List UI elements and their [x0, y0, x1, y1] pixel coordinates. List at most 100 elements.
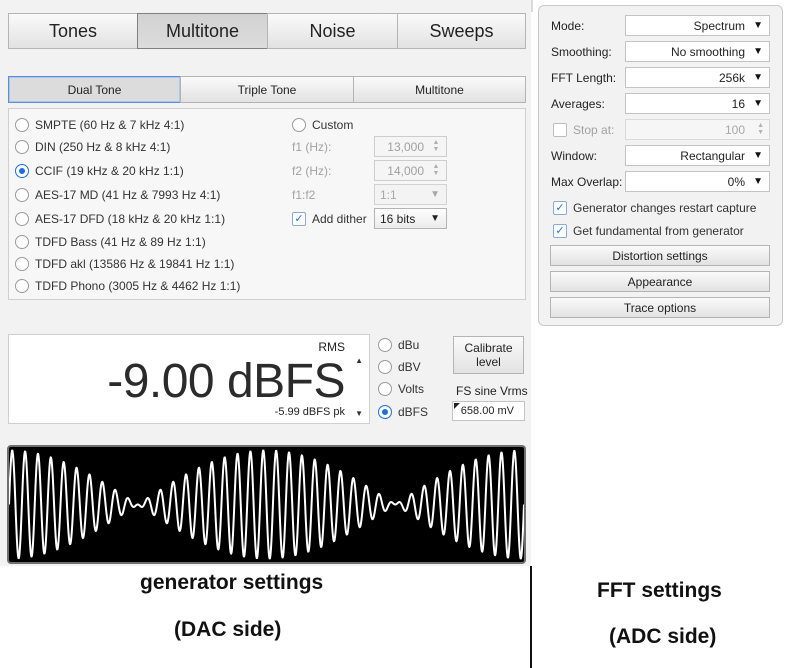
preset-ccif[interactable]: CCIF (19 kHz & 20 kHz 1:1)	[15, 162, 184, 180]
smoothing-select[interactable]: No smoothing ▼	[625, 41, 770, 62]
checkbox-icon	[553, 123, 567, 137]
fft-length-label: FFT Length:	[551, 71, 617, 85]
trace-options-button[interactable]: Trace options	[550, 297, 770, 318]
preset-custom[interactable]: Custom	[292, 116, 353, 134]
level-up-arrow-icon[interactable]: ▲	[355, 356, 363, 365]
restart-capture-label: Generator changes restart capture	[573, 201, 757, 215]
unit-volts[interactable]: Volts	[378, 380, 424, 398]
f1-field: 13,000 ▲ ▼	[374, 136, 447, 157]
field-corner-icon	[454, 403, 460, 409]
unit-dbv[interactable]: dBV	[378, 358, 421, 376]
preset-tdfd-phono[interactable]: TDFD Phono (3005 Hz & 4462 Hz 1:1)	[15, 277, 240, 295]
ratio-label: f1:f2	[292, 188, 316, 202]
appearance-button[interactable]: Appearance	[550, 271, 770, 292]
subtab-multitone[interactable]: Multitone	[353, 76, 526, 103]
chevron-down-icon: ▼	[753, 98, 763, 109]
fft-length-value: 256k	[718, 70, 745, 85]
preset-label: AES-17 DFD (18 kHz & 20 kHz 1:1)	[35, 212, 226, 226]
unit-dbu[interactable]: dBu	[378, 336, 419, 354]
preset-din[interactable]: DIN (250 Hz & 8 kHz 4:1)	[15, 138, 170, 156]
checkbox-checked-icon: ✓	[553, 224, 567, 238]
averages-label: Averages:	[551, 97, 605, 111]
spinner-icon: ▲ ▼	[432, 139, 440, 153]
ratio-select: 1:1 ▼	[374, 184, 447, 205]
mode-label: Mode:	[551, 19, 585, 33]
dither-checkbox[interactable]: ✓ Add dither	[292, 210, 367, 228]
radio-icon	[378, 360, 392, 374]
calibrate-level-button[interactable]: Calibrate level	[453, 336, 524, 374]
window-select[interactable]: Rectangular ▼	[625, 145, 770, 166]
waveform-trace	[8, 449, 525, 560]
averages-value: 16	[731, 96, 745, 111]
radio-icon	[378, 382, 392, 396]
caption-dac-side: (DAC side)	[174, 618, 282, 641]
unit-label: dBu	[398, 338, 420, 352]
calibrate-line1: Calibrate	[464, 341, 513, 355]
radio-selected-icon	[15, 164, 29, 178]
rms-label: RMS	[318, 340, 345, 354]
level-readout: RMS -9.00 dBFS -5.99 dBFS pk ▲ ▼	[8, 334, 370, 424]
caption-fft: FFT settings	[597, 579, 722, 602]
fundamental-checkbox[interactable]: ✓ Get fundamental from generator	[553, 222, 744, 240]
chevron-down-icon: ▼	[430, 189, 440, 200]
stop-at-checkbox[interactable]: Stop at:	[553, 121, 614, 139]
mode-select[interactable]: Spectrum ▼	[625, 15, 770, 36]
ratio-value: 1:1	[380, 187, 397, 202]
fs-sine-value: 658.00 mV	[460, 405, 514, 417]
caption-generator: generator settings	[140, 571, 324, 594]
radio-icon	[15, 188, 29, 202]
chevron-down-icon: ▼	[753, 46, 763, 57]
level-down-arrow-icon[interactable]: ▼	[355, 409, 363, 418]
tab-noise[interactable]: Noise	[267, 13, 398, 49]
preset-tdfd-akl[interactable]: TDFD akl (13586 Hz & 19841 Hz 1:1)	[15, 255, 234, 273]
panel-divider	[531, 0, 533, 12]
preset-aes17-dfd[interactable]: AES-17 DFD (18 kHz & 20 kHz 1:1)	[15, 210, 225, 228]
preset-label: SMPTE (60 Hz & 7 kHz 4:1)	[35, 118, 185, 132]
preset-label: TDFD akl (13586 Hz & 19841 Hz 1:1)	[35, 257, 235, 271]
preset-label: DIN (250 Hz & 8 kHz 4:1)	[35, 140, 171, 154]
radio-icon	[15, 279, 29, 293]
distortion-settings-button[interactable]: Distortion settings	[550, 245, 770, 266]
tab-multitone[interactable]: Multitone	[137, 13, 268, 49]
dither-bits-select[interactable]: 16 bits ▼	[374, 208, 447, 229]
subtab-dual-tone[interactable]: Dual Tone	[8, 76, 181, 103]
spinner-icon: ▲ ▼	[757, 122, 764, 136]
averages-select[interactable]: 16 ▼	[625, 93, 770, 114]
fs-sine-field[interactable]: 658.00 mV	[452, 401, 525, 421]
unit-label: Volts	[398, 382, 425, 396]
preset-tdfd-bass[interactable]: TDFD Bass (41 Hz & 89 Hz 1:1)	[15, 233, 206, 251]
chevron-down-icon: ▼	[430, 213, 440, 224]
spinner-icon: ▲ ▼	[432, 163, 440, 177]
preset-aes17-md[interactable]: AES-17 MD (41 Hz & 7993 Hz 4:1)	[15, 186, 220, 204]
f1-value: 13,000	[387, 139, 424, 154]
checkbox-checked-icon: ✓	[553, 201, 567, 215]
fft-length-select[interactable]: 256k ▼	[625, 67, 770, 88]
max-overlap-select[interactable]: 0% ▼	[625, 171, 770, 192]
stop-at-field: 100 ▲ ▼	[625, 119, 770, 140]
custom-label: Custom	[312, 118, 354, 132]
max-overlap-value: 0%	[727, 174, 745, 189]
caption-divider	[530, 566, 532, 668]
stop-at-label: Stop at:	[573, 123, 615, 137]
tab-sweeps[interactable]: Sweeps	[397, 13, 526, 49]
chevron-down-icon: ▼	[753, 72, 763, 83]
unit-dbfs[interactable]: dBFS	[378, 403, 428, 421]
preset-label: CCIF (19 kHz & 20 kHz 1:1)	[35, 164, 184, 178]
radio-icon	[15, 118, 29, 132]
chevron-down-icon: ▼	[753, 20, 763, 31]
radio-icon	[15, 257, 29, 271]
max-overlap-label: Max Overlap:	[551, 175, 623, 189]
restart-capture-checkbox[interactable]: ✓ Generator changes restart capture	[553, 199, 756, 217]
window-value: Rectangular	[680, 148, 745, 163]
unit-label: dBFS	[398, 405, 429, 419]
checkbox-checked-icon: ✓	[292, 212, 306, 226]
subtab-triple-tone[interactable]: Triple Tone	[180, 76, 354, 103]
dither-bits-value: 16 bits	[380, 211, 416, 226]
f2-field: 14,000 ▲ ▼	[374, 160, 447, 181]
f2-label: f2 (Hz):	[292, 164, 332, 178]
tab-tones[interactable]: Tones	[8, 13, 138, 49]
f1-label: f1 (Hz):	[292, 140, 332, 154]
preset-label: TDFD Bass (41 Hz & 89 Hz 1:1)	[35, 235, 206, 249]
radio-icon	[378, 338, 392, 352]
preset-smpte[interactable]: SMPTE (60 Hz & 7 kHz 4:1)	[15, 116, 184, 134]
